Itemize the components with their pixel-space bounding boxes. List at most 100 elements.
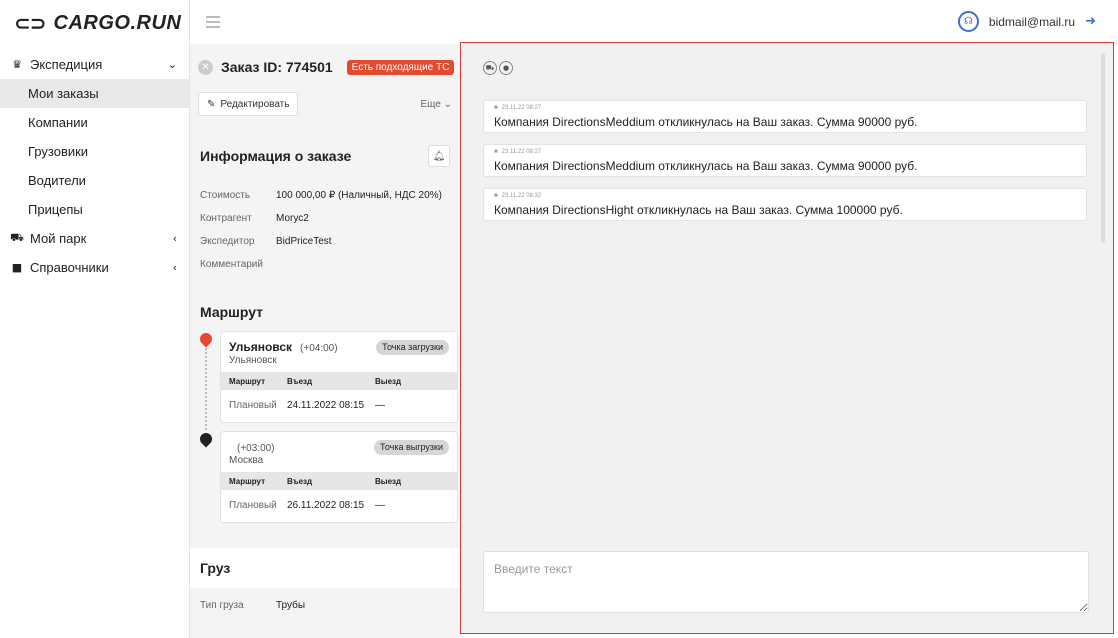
route-header: Маршрут: [190, 290, 460, 334]
truck-icon[interactable]: ⛟: [483, 61, 497, 75]
sidebar-item-trucks[interactable]: Грузовики: [0, 137, 189, 166]
logout-icon[interactable]: ➜: [1085, 14, 1096, 29]
user-area: ☊ bidmail@mail.ru ➜: [957, 11, 1096, 32]
chat-panel: ⛟ ● ■ 23.11.22 08:27 Компания DirectionsM…: [460, 42, 1114, 634]
order-header: ✕ Заказ ID: 774501 Есть подходящие ТС: [190, 44, 460, 90]
order-info-title: Информация о заказе: [200, 148, 352, 164]
route-point-card[interactable]: Ульяновск (+04:00) Точка загрузки Ульянов…: [220, 331, 458, 423]
order-info-header: Информация о заказе 🔔︎: [190, 134, 460, 178]
message-text: Компания DirectionsMeddium откликнулась …: [494, 159, 918, 173]
close-icon[interactable]: ✕: [198, 59, 213, 75]
chat-message-input[interactable]: [483, 551, 1089, 613]
headset-icon[interactable]: ☊: [957, 11, 979, 32]
info-row: Экспедитор BidPriceTest: [190, 230, 460, 253]
logo[interactable]: ⊂⊃ CARGO.RUN: [0, 0, 189, 46]
sidebar-item-label: Мой парк: [30, 231, 87, 246]
route-line: [205, 348, 207, 430]
sidebar-nav: ♛ Экспедиция ⌄ Мои заказы Компании Грузо…: [0, 50, 189, 282]
sidebar: ⊂⊃ CARGO.RUN ♛ Экспедиция ⌄ Мои заказы К…: [0, 0, 190, 638]
sidebar-item-expedition[interactable]: ♛ Экспедиция ⌄: [0, 50, 189, 79]
sidebar-item-drivers[interactable]: Водители: [0, 166, 189, 195]
user-icon[interactable]: ●: [499, 61, 513, 75]
sidebar-item-label: Экспедиция: [30, 57, 103, 72]
route-table-row: Плановый 26.11.2022 08:15—: [229, 499, 385, 511]
order-info-list: Стоимость 100 000,00 ₽ (Наличный, НДС 20…: [190, 184, 460, 276]
point-type-badge: Точка выгрузки: [374, 440, 449, 455]
chevron-left-icon: ‹: [172, 232, 177, 245]
message-icon: ■: [494, 105, 498, 111]
edit-button-label: Редактировать: [220, 98, 290, 110]
route-table: Маршрут Въезд Выезд Плановый 26.11.2022 08:…: [221, 472, 457, 520]
topbar: ☊ bidmail@mail.ru ➜: [190, 0, 1118, 44]
message-icon: ■: [494, 149, 498, 155]
route-city: Ульяновск (+04:00): [229, 340, 338, 354]
sidebar-item-my-orders[interactable]: Мои заказы: [0, 79, 189, 108]
logo-mark-icon: ⊂⊃: [14, 11, 47, 35]
pencil-icon: ✎: [207, 98, 216, 110]
sidebar-item-my-fleet[interactable]: ⛟ Мой парк ‹: [0, 224, 189, 253]
route-city: (+03:00): [237, 443, 275, 454]
sidebar-item-label: Прицепы: [28, 202, 83, 217]
scrollbar[interactable]: [1101, 53, 1105, 243]
sidebar-item-companies[interactable]: Компании: [0, 108, 189, 137]
chevron-down-icon: ⌄: [443, 98, 452, 110]
more-dropdown[interactable]: Еще ⌄: [420, 99, 452, 110]
order-actions: ✎ Редактировать Еще ⌄: [190, 90, 460, 118]
map-pin-icon: [197, 430, 215, 448]
point-type-badge: Точка загрузки: [376, 340, 449, 355]
message-icon: ■: [494, 193, 498, 199]
info-value: 100 000,00 ₽ (Наличный, НДС 20%): [276, 190, 442, 201]
bell-icon[interactable]: 🔔︎: [428, 145, 450, 167]
order-title: Заказ ID: 774501: [221, 59, 333, 75]
book-icon: ■: [11, 261, 23, 274]
cargo-title: Груз: [190, 548, 460, 588]
truck-icon: ⛟: [10, 231, 24, 244]
edit-button[interactable]: ✎ Редактировать: [198, 92, 299, 116]
route-address: Ульяновск: [229, 355, 277, 366]
menu-icon[interactable]: [206, 16, 220, 28]
sidebar-item-label: Грузовики: [28, 144, 89, 159]
route-table-row: Плановый 24.11.2022 08:15—: [229, 399, 385, 411]
message-meta: ■ 23.11.22 08:27: [494, 105, 1076, 111]
sidebar-item-label: Водители: [28, 173, 86, 188]
message-meta: ■ 23.11.22 08:32: [494, 193, 1076, 199]
chat-message: ■ 23.11.22 08:27 Компания DirectionsMeddi…: [483, 144, 1087, 177]
info-label: Стоимость: [200, 190, 251, 201]
info-label: Тип груза: [200, 600, 244, 611]
info-row: Контрагент Моrус2: [190, 207, 460, 230]
route-table-header: Маршрут Въезд Выезд: [221, 372, 457, 390]
info-label: Контрагент: [200, 213, 252, 224]
route-table-header: Маршрут Въезд Выезд: [221, 472, 457, 490]
message-text: Компания DirectionsMeddium откликнулась …: [494, 115, 918, 129]
crown-icon: ♛: [12, 58, 22, 71]
suitable-vehicles-badge[interactable]: Есть подходящие ТС: [346, 59, 455, 75]
chevron-left-icon: ‹: [172, 261, 177, 274]
user-email[interactable]: bidmail@mail.ru: [989, 15, 1075, 29]
info-row: Стоимость 100 000,00 ₽ (Наличный, НДС 20…: [190, 184, 460, 207]
sidebar-item-label: Мои заказы: [28, 86, 99, 101]
message-time: 23.11.22 08:32: [501, 193, 542, 199]
chat-participants: ⛟ ●: [483, 61, 513, 75]
info-label: Комментарий: [200, 259, 263, 270]
message-time: 23.11.22 08:27: [501, 105, 542, 111]
info-label: Экспедитор: [200, 236, 255, 247]
message-time: 23.11.22 08:27: [501, 149, 542, 155]
info-value: BidPriceTest: [276, 236, 332, 247]
info-row: Тип груза Трубы: [190, 594, 315, 617]
info-row: Комментарий: [190, 253, 460, 276]
route-address: Москва: [229, 455, 264, 466]
sidebar-item-trailers[interactable]: Прицепы: [0, 195, 189, 224]
chevron-down-icon: ⌄: [167, 58, 177, 71]
order-panel: ✕ Заказ ID: 774501 Есть подходящие ТС ✎ …: [190, 44, 460, 638]
sidebar-item-label: Справочники: [30, 260, 109, 275]
info-value: Моrус2: [276, 213, 309, 224]
route-title: Маршрут: [200, 304, 264, 320]
route-point-card[interactable]: (+03:00) Точка выгрузки Москва Маршрут Въ…: [220, 431, 458, 523]
route-table: Маршрут Въезд Выезд Плановый 24.11.2022 08:…: [221, 372, 457, 420]
chat-message: ■ 23.11.22 08:27 Компания DirectionsMeddi…: [483, 100, 1087, 133]
message-text: Компания DirectionsHight откликнулась на…: [494, 203, 903, 217]
sidebar-item-label: Компании: [28, 115, 88, 130]
chat-message: ■ 23.11.22 08:32 Компания DirectionsHight…: [483, 188, 1087, 221]
info-value: Трубы: [276, 600, 306, 611]
sidebar-item-references[interactable]: ■ Справочники ‹: [0, 253, 189, 282]
